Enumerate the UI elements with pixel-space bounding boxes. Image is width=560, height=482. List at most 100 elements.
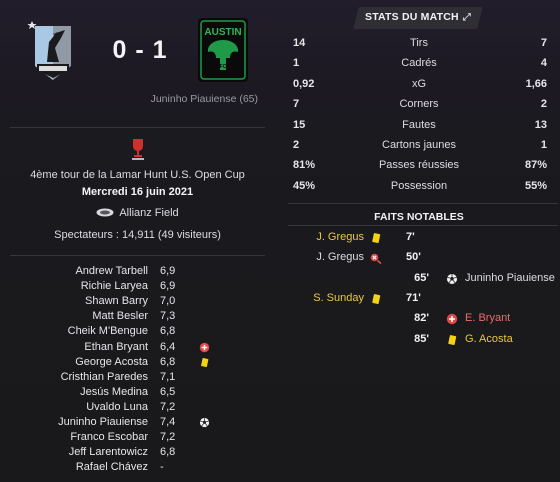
match-score: 0 - 1: [112, 36, 168, 64]
player-row[interactable]: Andrew Tarbell 6,9: [0, 265, 270, 280]
player-row[interactable]: Juninho Piauiense 7,4: [0, 416, 270, 431]
player-rating: 6,5: [160, 385, 176, 398]
stat-away-value: 87%: [524, 159, 547, 172]
event-row[interactable]: S. Sunday 71': [288, 292, 560, 308]
yellow-card-icon: [201, 357, 209, 367]
divider: [10, 127, 265, 128]
stat-row: Possession 45% 55%: [288, 180, 550, 196]
venue-name[interactable]: Allianz Field: [119, 207, 178, 219]
stat-home-value: 45%: [293, 179, 316, 192]
events-title: FAITS NOTABLES: [374, 211, 464, 223]
event-row[interactable]: 65' Juninho Piauiense: [288, 272, 560, 288]
ball-icon: [447, 273, 457, 284]
minnesota-crest-icon: [27, 21, 71, 80]
event-minute: 7': [406, 231, 415, 243]
player-name[interactable]: Jesús Medina: [0, 386, 148, 398]
player-row[interactable]: Uvaldo Luna 7,2: [0, 401, 270, 416]
stat-label: xG: [411, 77, 427, 90]
player-row[interactable]: Shawn Barry 7,0: [0, 295, 270, 310]
stats-title: STATS DU MATCH: [365, 11, 459, 23]
player-rating: 6,8: [160, 355, 176, 368]
austin-crest-sub: FC: [220, 64, 227, 70]
divider: [288, 203, 558, 204]
stat-row: xG 0,92 1,66: [288, 78, 550, 94]
player-row[interactable]: Rafael Chávez -: [0, 461, 270, 476]
event-home-player[interactable]: J. Gregus: [316, 251, 364, 263]
player-row[interactable]: Jesús Medina 6,5: [0, 386, 270, 401]
stat-away-value: 1,66: [525, 77, 547, 90]
stat-home-value: 81%: [293, 159, 316, 172]
player-name[interactable]: Juninho Piauiense: [0, 416, 148, 428]
player-rating: 6,9: [160, 265, 176, 277]
player-name[interactable]: Cristhian Paredes: [0, 371, 148, 383]
player-rating: 7,2: [160, 400, 176, 413]
player-row[interactable]: Matt Besler 7,3: [0, 310, 270, 325]
event-row[interactable]: J. Gregus 50': [288, 251, 560, 267]
scorer-note: Juninho Piauiense (65): [150, 93, 258, 105]
stat-row: Passes réussies 81% 87%: [288, 159, 550, 175]
missed-chance-icon: [370, 253, 382, 265]
player-name[interactable]: Uvaldo Luna: [0, 401, 148, 413]
player-row[interactable]: Ethan Bryant 6,4: [0, 341, 270, 356]
stat-home-value: 2: [293, 139, 300, 151]
stadium-icon: [96, 208, 114, 217]
player-name[interactable]: Franco Escobar: [0, 431, 148, 443]
player-row[interactable]: Jeff Larentowicz 6,8: [0, 446, 270, 461]
player-name[interactable]: Andrew Tarbell: [0, 265, 148, 277]
stat-label: Tirs: [410, 37, 428, 49]
event-home-player[interactable]: S. Sunday: [313, 292, 364, 304]
stat-label: Cadrés: [401, 57, 437, 70]
player-row[interactable]: Richie Laryea 6,9: [0, 280, 270, 295]
event-away-player[interactable]: G. Acosta: [465, 333, 513, 345]
substitution-red-icon: [446, 313, 458, 325]
stat-row: Cadrés 1 4: [288, 57, 550, 73]
event-home-player[interactable]: J. Gregus: [316, 231, 364, 243]
player-rating: 6,8: [160, 446, 176, 459]
player-name[interactable]: Matt Besler: [0, 310, 148, 322]
player-name[interactable]: Rafael Chávez: [0, 461, 148, 473]
event-minute: 85': [414, 332, 429, 345]
event-minute: 65': [414, 271, 429, 284]
player-rating: -: [160, 461, 164, 474]
austin-crest-icon: AUSTIN FC: [198, 18, 248, 82]
player-row[interactable]: Cheik M'Bengue 6,8: [0, 325, 270, 340]
stat-home-value: 7: [293, 98, 300, 111]
event-row[interactable]: 85' G. Acosta: [288, 333, 560, 349]
player-row[interactable]: George Acosta 6,8: [0, 356, 270, 371]
event-away-player[interactable]: Juninho Piauiense: [465, 272, 555, 284]
ball-icon: [199, 417, 210, 428]
us-open-cup-icon: [132, 139, 144, 160]
divider: [10, 255, 265, 256]
stat-home-value: 15: [293, 118, 306, 131]
player-row[interactable]: Cristhian Paredes 7,1: [0, 371, 270, 386]
stat-label: Fautes: [402, 118, 436, 131]
stat-row: Cartons jaunes 2 1: [288, 139, 550, 155]
event-away-player[interactable]: E. Bryant: [465, 312, 510, 324]
player-name[interactable]: Cheik M'Bengue: [0, 325, 148, 337]
divider: [288, 225, 558, 226]
expand-icon[interactable]: ⤢: [463, 12, 471, 23]
player-name[interactable]: Ethan Bryant: [0, 341, 148, 353]
event-row[interactable]: J. Gregus 7': [288, 231, 560, 247]
venue: Allianz Field: [10, 207, 265, 219]
player-rating: 7,1: [160, 370, 176, 383]
player-name[interactable]: Shawn Barry: [0, 295, 148, 307]
player-rating: 7,4: [160, 416, 176, 428]
stat-row: Corners 7 2: [288, 98, 550, 114]
player-row[interactable]: Franco Escobar 7,2: [0, 431, 270, 446]
player-name[interactable]: Richie Laryea: [0, 280, 148, 292]
attendance: Spectateurs : 14,911 (49 visiteurs): [54, 229, 221, 241]
player-name[interactable]: George Acosta: [0, 356, 148, 368]
stat-row: Tirs 14 7: [288, 37, 550, 53]
event-minute: 50': [406, 251, 421, 264]
yellow-card-icon: [372, 233, 381, 243]
event-minute: 71': [406, 291, 421, 304]
yellow-card-icon: [372, 294, 381, 304]
player-rating: 6,9: [160, 280, 176, 293]
stat-away-value: 4: [540, 57, 547, 70]
player-name[interactable]: Jeff Larentowicz: [0, 446, 148, 458]
stat-away-value: 13: [534, 118, 547, 131]
stat-label: Cartons jaunes: [382, 139, 456, 151]
event-row[interactable]: 82' E. Bryant: [288, 312, 560, 328]
stat-home-value: 1: [293, 57, 300, 70]
